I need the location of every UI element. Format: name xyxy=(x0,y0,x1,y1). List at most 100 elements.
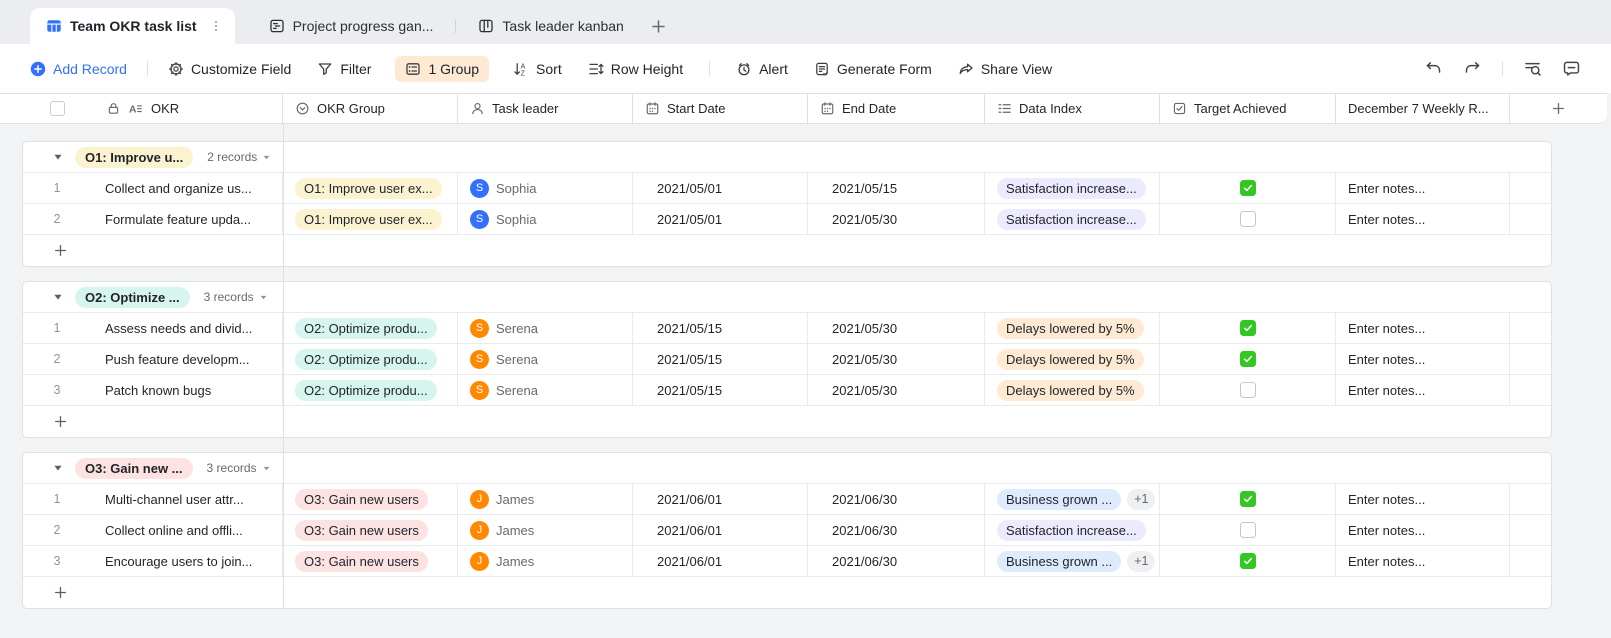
more-vertical-icon[interactable] xyxy=(209,19,223,33)
cell-target-achieved[interactable] xyxy=(1160,173,1336,203)
cell-target-achieved[interactable] xyxy=(1160,204,1336,234)
cell-data-index[interactable]: Delays lowered by 5% xyxy=(985,313,1160,343)
cell-notes[interactable]: Enter notes... xyxy=(1336,344,1510,374)
column-header-end_date[interactable]: End Date xyxy=(808,94,985,123)
column-header-task_leader[interactable]: Task leader xyxy=(458,94,633,123)
target-checkbox[interactable] xyxy=(1239,180,1256,196)
target-checkbox[interactable] xyxy=(1239,382,1256,398)
cell-notes[interactable]: Enter notes... xyxy=(1336,515,1510,545)
record-count[interactable]: 2 records xyxy=(207,150,271,164)
cell-task-leader[interactable]: S Sophia xyxy=(458,204,633,234)
cell-task-leader[interactable]: S Serena xyxy=(458,313,633,343)
cell-okr-group[interactable]: O2: Optimize produ... xyxy=(283,344,458,374)
cell-okr[interactable]: 2 Collect online and offli... xyxy=(23,515,283,545)
toolbar-button-generate-form[interactable]: Generate Form xyxy=(814,61,932,77)
column-header-okr[interactable]: A OKR xyxy=(0,94,283,123)
cell-task-leader[interactable]: S Serena xyxy=(458,344,633,374)
collapse-group-icon[interactable] xyxy=(53,463,63,473)
cell-notes[interactable]: Enter notes... xyxy=(1336,546,1510,576)
collapse-group-icon[interactable] xyxy=(53,152,63,162)
cell-end-date[interactable]: 2021/05/30 xyxy=(808,375,985,405)
cell-data-index[interactable]: Business grown ... +1 xyxy=(985,546,1160,576)
cell-data-index[interactable]: Satisfaction increase... xyxy=(985,515,1160,545)
cell-start-date[interactable]: 2021/05/01 xyxy=(633,173,808,203)
column-header-notes[interactable]: December 7 Weekly R... xyxy=(1336,94,1510,123)
cell-okr-group[interactable]: O3: Gain new users xyxy=(283,484,458,514)
target-checkbox[interactable] xyxy=(1239,211,1256,227)
cell-end-date[interactable]: 2021/06/30 xyxy=(808,484,985,514)
cell-okr[interactable]: 2 Formulate feature upda... xyxy=(23,204,283,234)
tab-task-leader-kanban[interactable]: Task leader kanban xyxy=(462,8,639,44)
cell-start-date[interactable]: 2021/05/15 xyxy=(633,344,808,374)
toolbar-button-filter[interactable]: Filter xyxy=(317,61,371,77)
cell-okr-group[interactable]: O3: Gain new users xyxy=(283,546,458,576)
cell-end-date[interactable]: 2021/05/15 xyxy=(808,173,985,203)
cell-notes[interactable]: Enter notes... xyxy=(1336,313,1510,343)
cell-target-achieved[interactable] xyxy=(1160,515,1336,545)
column-header-target_achieved[interactable]: Target Achieved xyxy=(1160,94,1336,123)
cell-start-date[interactable]: 2021/06/01 xyxy=(633,515,808,545)
column-header-data_index[interactable]: Data Index xyxy=(985,94,1160,123)
collapse-group-icon[interactable] xyxy=(53,292,63,302)
tab-team-okr-task-list[interactable]: Team OKR task list xyxy=(30,8,235,44)
column-header-start_date[interactable]: Start Date xyxy=(633,94,808,123)
cell-task-leader[interactable]: S Sophia xyxy=(458,173,633,203)
cell-task-leader[interactable]: J James xyxy=(458,515,633,545)
cell-target-achieved[interactable] xyxy=(1160,375,1336,405)
cell-data-index[interactable]: Delays lowered by 5% xyxy=(985,344,1160,374)
add-record-button[interactable]: Add Record xyxy=(30,61,127,77)
cell-notes[interactable]: Enter notes... xyxy=(1336,173,1510,203)
cell-data-index[interactable]: Business grown ... +1 xyxy=(985,484,1160,514)
toolbar-button-row-height[interactable]: Row Height xyxy=(588,61,683,77)
cell-end-date[interactable]: 2021/06/30 xyxy=(808,515,985,545)
toolbar-button-sort[interactable]: A Z Sort xyxy=(513,61,562,77)
toolbar-button-share-view[interactable]: Share View xyxy=(958,61,1052,77)
undo-icon[interactable] xyxy=(1424,59,1443,78)
target-checkbox[interactable] xyxy=(1239,320,1256,336)
comment-panel-icon[interactable] xyxy=(1562,59,1581,78)
toolbar-button-1-group[interactable]: 1 Group xyxy=(395,55,490,82)
cell-target-achieved[interactable] xyxy=(1160,344,1336,374)
redo-icon[interactable] xyxy=(1463,59,1482,78)
cell-start-date[interactable]: 2021/06/01 xyxy=(633,484,808,514)
cell-target-achieved[interactable] xyxy=(1160,546,1336,576)
target-checkbox[interactable] xyxy=(1239,553,1256,569)
search-in-view-icon[interactable] xyxy=(1523,59,1542,78)
add-record-row[interactable] xyxy=(23,235,1551,266)
record-count[interactable]: 3 records xyxy=(207,461,271,475)
cell-end-date[interactable]: 2021/06/30 xyxy=(808,546,985,576)
cell-okr[interactable]: 3 Encourage users to join... xyxy=(23,546,283,576)
cell-data-index[interactable]: Satisfaction increase... xyxy=(985,204,1160,234)
cell-notes[interactable]: Enter notes... xyxy=(1336,204,1510,234)
add-field-button[interactable] xyxy=(1510,94,1607,123)
add-record-row[interactable] xyxy=(23,577,1551,608)
cell-start-date[interactable]: 2021/06/01 xyxy=(633,546,808,576)
cell-okr[interactable]: 2 Push feature developm... xyxy=(23,344,283,374)
target-checkbox[interactable] xyxy=(1239,491,1256,507)
cell-end-date[interactable]: 2021/05/30 xyxy=(808,204,985,234)
add-record-row[interactable] xyxy=(23,406,1551,437)
column-header-okr_group[interactable]: OKR Group xyxy=(283,94,458,123)
cell-end-date[interactable]: 2021/05/30 xyxy=(808,313,985,343)
cell-task-leader[interactable]: S Serena xyxy=(458,375,633,405)
cell-target-achieved[interactable] xyxy=(1160,484,1336,514)
cell-data-index[interactable]: Delays lowered by 5% xyxy=(985,375,1160,405)
cell-okr-group[interactable]: O2: Optimize produ... xyxy=(283,375,458,405)
cell-data-index[interactable]: Satisfaction increase... xyxy=(985,173,1160,203)
cell-end-date[interactable]: 2021/05/30 xyxy=(808,344,985,374)
cell-okr[interactable]: 1 Multi-channel user attr... xyxy=(23,484,283,514)
cell-okr-group[interactable]: O3: Gain new users xyxy=(283,515,458,545)
cell-target-achieved[interactable] xyxy=(1160,313,1336,343)
toolbar-button-alert[interactable]: Alert xyxy=(736,61,788,77)
cell-task-leader[interactable]: J James xyxy=(458,546,633,576)
cell-okr-group[interactable]: O1: Improve user ex... xyxy=(283,204,458,234)
cell-okr[interactable]: 1 Collect and organize us... xyxy=(23,173,283,203)
cell-okr-group[interactable]: O2: Optimize produ... xyxy=(283,313,458,343)
toolbar-button-customize-field[interactable]: Customize Field xyxy=(168,61,291,77)
tab-project-progress-gantt[interactable]: Project progress gan... xyxy=(253,8,450,44)
cell-task-leader[interactable]: J James xyxy=(458,484,633,514)
cell-okr-group[interactable]: O1: Improve user ex... xyxy=(283,173,458,203)
cell-notes[interactable]: Enter notes... xyxy=(1336,484,1510,514)
target-checkbox[interactable] xyxy=(1239,351,1256,367)
add-view-button[interactable] xyxy=(640,8,678,44)
